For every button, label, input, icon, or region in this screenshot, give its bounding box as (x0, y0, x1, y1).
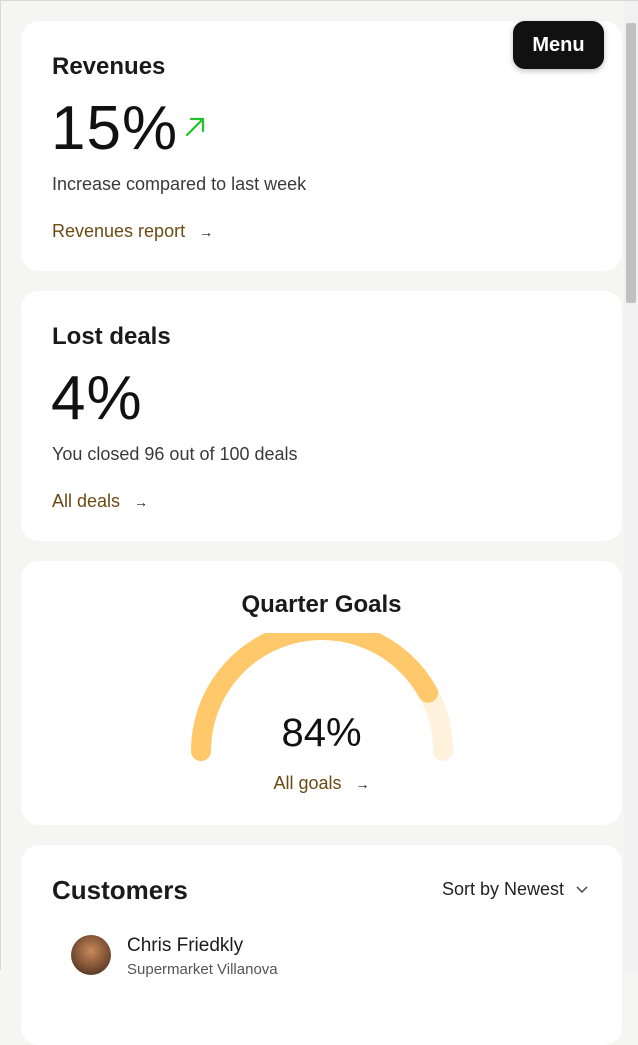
arrow-right-icon: → (355, 775, 370, 792)
revenues-title: Revenues (52, 53, 166, 80)
revenues-value: 15% (51, 94, 179, 163)
lost-deals-title: Lost deals (52, 323, 171, 350)
arrow-right-icon: → (134, 493, 149, 510)
lost-deals-description: You closed 96 out of 100 deals (52, 444, 298, 464)
quarter-goals-title: Quarter Goals (241, 591, 402, 618)
scrollbar[interactable] (624, 1, 638, 971)
menu-button[interactable]: Menu (513, 21, 604, 69)
all-goals-link[interactable]: All goals → (21, 773, 622, 794)
scrollbar-thumb[interactable] (626, 23, 636, 303)
all-goals-label: All goals (273, 773, 342, 793)
sort-label: Sort by Newest (441, 879, 564, 899)
chevron-down-icon (576, 885, 588, 893)
revenues-report-link[interactable]: Revenues report → (52, 221, 213, 242)
customers-title: Customers (52, 875, 188, 905)
lost-deals-value: 4% (51, 364, 143, 433)
revenues-description: Increase compared to last week (52, 174, 307, 194)
arrow-right-icon: → (199, 223, 214, 240)
sort-dropdown[interactable]: Sort by Newest (442, 879, 588, 900)
goals-value: 84% (281, 711, 362, 755)
revenues-report-label: Revenues report (52, 221, 186, 241)
all-deals-link[interactable]: All deals → (52, 491, 148, 512)
all-deals-label: All deals (52, 491, 121, 511)
customer-name: Chris Friedkly (127, 935, 244, 956)
customers-card: Customers Sort by Newest Chris Friedkly … (21, 845, 622, 1045)
quarter-goals-card: Quarter Goals 84% All goals → (21, 561, 622, 825)
lost-deals-card: Lost deals 4% You closed 96 out of 100 d… (21, 291, 622, 541)
arrow-up-right-icon (185, 117, 205, 137)
avatar (71, 935, 111, 975)
